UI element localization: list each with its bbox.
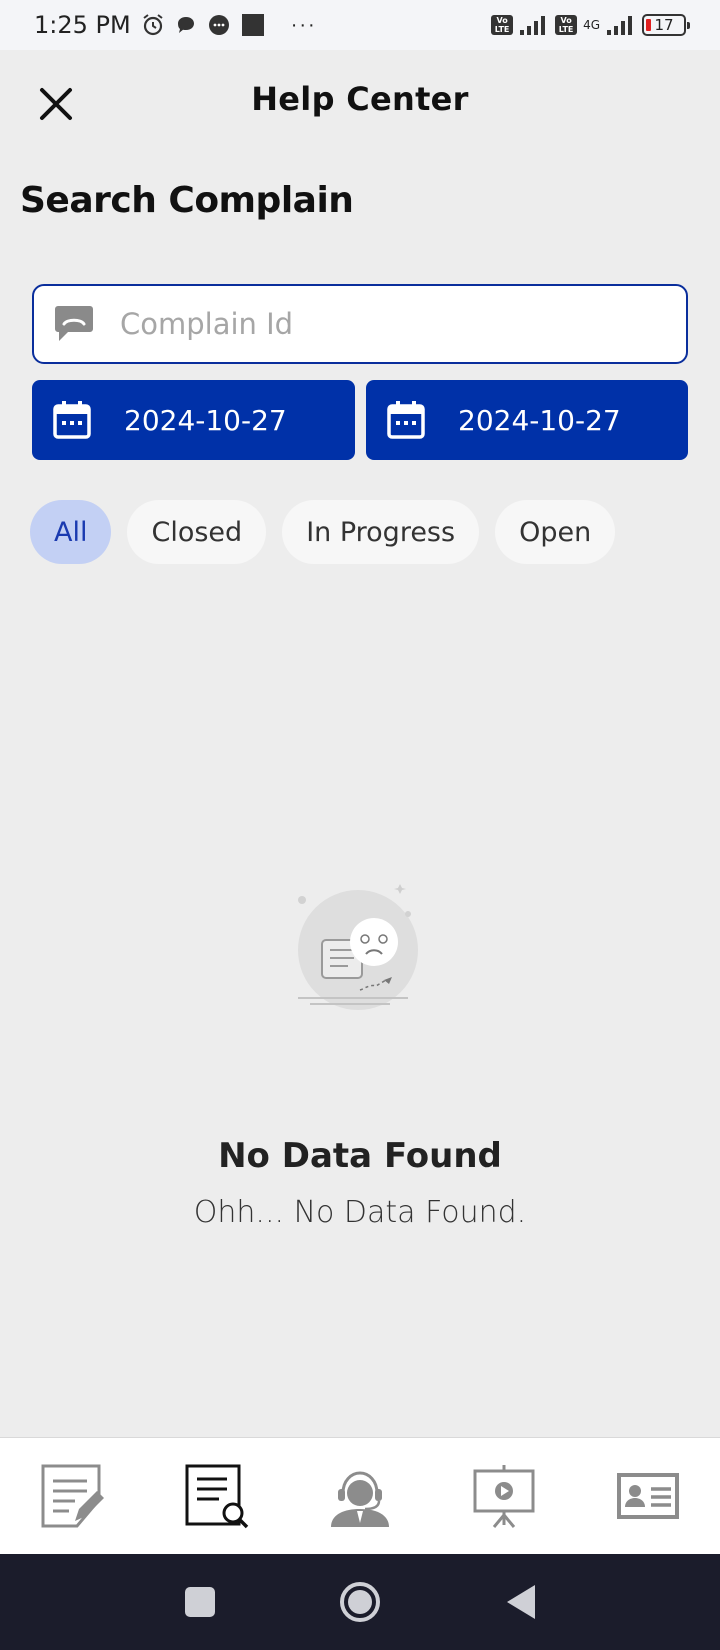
end-date-value: 2024-10-27 bbox=[458, 403, 621, 437]
empty-state-subtitle: Ohh... No Data Found. bbox=[193, 1195, 527, 1230]
square-icon bbox=[185, 1587, 215, 1617]
nav-item-search-complain[interactable] bbox=[176, 1456, 256, 1536]
back-button[interactable] bbox=[495, 1577, 545, 1627]
page-title: Search Complain bbox=[20, 180, 354, 221]
no-data-illustration bbox=[298, 884, 418, 1010]
volte-icon-2: Vo LTE bbox=[555, 15, 578, 35]
nav-item-tutorial[interactable] bbox=[464, 1456, 544, 1536]
alarm-icon bbox=[141, 13, 165, 37]
contact-card-icon bbox=[617, 1473, 679, 1519]
edit-document-icon bbox=[41, 1464, 104, 1528]
status-time: 1:25 PM bbox=[34, 11, 131, 39]
end-date-button[interactable]: 2024-10-27 bbox=[366, 380, 688, 460]
battery-level: 17 bbox=[654, 16, 674, 34]
nav-item-profile[interactable] bbox=[608, 1456, 688, 1536]
bottom-navigation bbox=[0, 1437, 720, 1554]
signal-icon bbox=[519, 14, 549, 36]
chat-bubble-icon bbox=[175, 14, 197, 36]
nav-item-support[interactable] bbox=[320, 1456, 400, 1536]
home-button[interactable] bbox=[335, 1577, 385, 1627]
complain-id-input[interactable] bbox=[120, 307, 640, 341]
status-filter-chips: All Closed In Progress Open bbox=[30, 500, 616, 564]
customer-support-icon bbox=[331, 1471, 389, 1527]
more-notifications: ··· bbox=[290, 13, 317, 36]
volte-icon: Vo LTE bbox=[491, 15, 514, 35]
app-header: Help Center bbox=[0, 50, 720, 155]
filter-chip-all[interactable]: All bbox=[30, 500, 112, 564]
filter-chip-in-progress[interactable]: In Progress bbox=[282, 500, 480, 564]
signal-icon-2 bbox=[606, 14, 636, 36]
filter-chip-closed[interactable]: Closed bbox=[127, 500, 267, 564]
chat-icon bbox=[55, 306, 93, 341]
nav-item-new-complain[interactable] bbox=[32, 1456, 112, 1536]
back-triangle-icon bbox=[507, 1585, 535, 1619]
app-square-icon bbox=[241, 13, 265, 37]
circle-icon bbox=[340, 1582, 380, 1622]
calendar-icon bbox=[53, 401, 91, 439]
start-date-value: 2024-10-27 bbox=[124, 403, 287, 437]
presentation-video-icon bbox=[473, 1465, 535, 1528]
start-date-button[interactable]: 2024-10-27 bbox=[32, 380, 355, 460]
battery-icon: 17 bbox=[642, 14, 690, 36]
complain-id-field[interactable] bbox=[32, 284, 688, 364]
message-icon bbox=[207, 13, 231, 37]
recent-apps-button[interactable] bbox=[175, 1577, 225, 1627]
search-document-icon bbox=[185, 1464, 249, 1529]
calendar-icon bbox=[387, 401, 425, 439]
network-type: 4G bbox=[583, 18, 600, 32]
header-title: Help Center bbox=[251, 80, 469, 118]
system-navigation-bar bbox=[0, 1554, 720, 1650]
filter-chip-open[interactable]: Open bbox=[495, 500, 616, 564]
empty-state-title: No Data Found bbox=[218, 1136, 502, 1176]
status-bar: 1:25 PM ··· Vo LTE Vo LTE 4G 17 bbox=[0, 0, 720, 50]
